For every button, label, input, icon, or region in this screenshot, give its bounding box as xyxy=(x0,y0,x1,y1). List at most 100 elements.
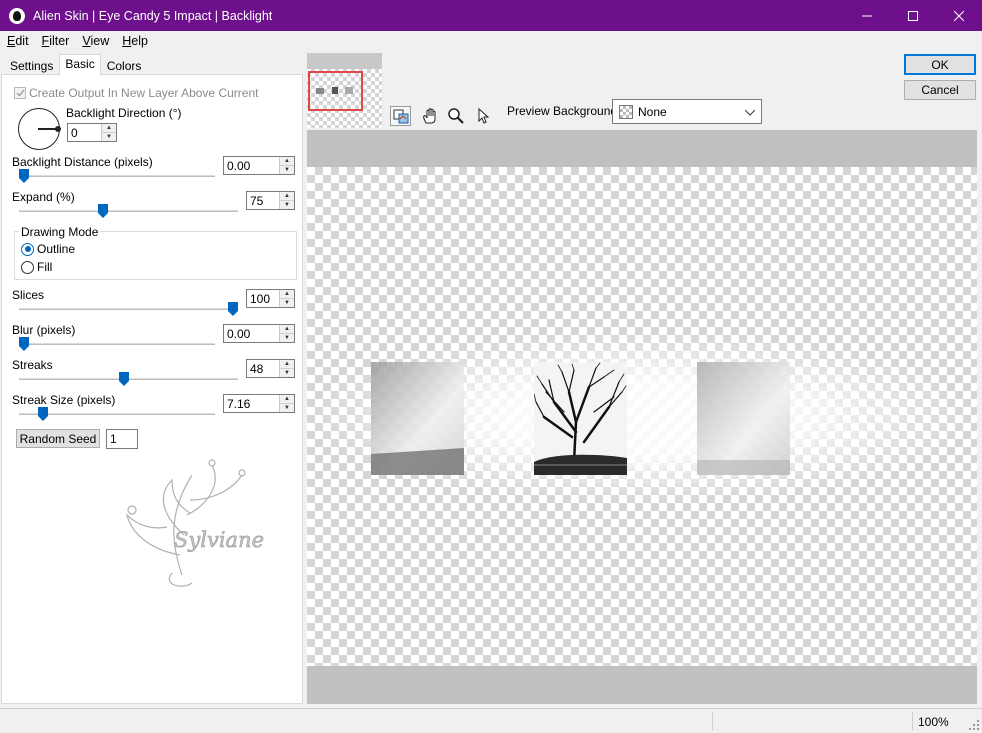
preview-image-right xyxy=(697,362,790,475)
create-output-checkbox[interactable]: Create Output In New Layer Above Current xyxy=(14,86,258,100)
minimize-button[interactable] xyxy=(844,0,890,31)
title-bar: Alien Skin | Eye Candy 5 Impact | Backli… xyxy=(0,0,982,31)
slices-track[interactable] xyxy=(19,308,238,310)
spin-down-icon[interactable]: ▼ xyxy=(280,166,294,174)
expand-label: Expand (%) xyxy=(12,190,75,204)
zoom-level: 100% xyxy=(918,715,949,729)
spin-up-icon[interactable]: ▲ xyxy=(280,325,294,334)
streaks-label: Streaks xyxy=(12,358,53,372)
streak-size-spinner[interactable]: 7.16 ▲ ▼ xyxy=(223,394,295,413)
backlight-direction-spinner[interactable]: 0 ▲ ▼ xyxy=(67,123,117,142)
streaks-value[interactable]: 48 xyxy=(247,360,279,377)
blur-slider-thumb[interactable] xyxy=(19,337,29,351)
blur-value[interactable]: 0.00 xyxy=(224,325,279,342)
streaks-spinner[interactable]: 48 ▲ ▼ xyxy=(246,359,295,378)
streaks-slider-thumb[interactable] xyxy=(119,372,130,386)
backlight-distance-value[interactable]: 0.00 xyxy=(224,157,279,174)
spin-down-icon[interactable]: ▼ xyxy=(280,201,294,209)
direction-dial[interactable] xyxy=(18,108,61,150)
backlight-distance-spinner[interactable]: 0.00 ▲ ▼ xyxy=(223,156,295,175)
menu-help[interactable]: Help xyxy=(115,34,154,48)
spin-down-icon[interactable]: ▼ xyxy=(280,404,294,412)
close-icon xyxy=(954,10,964,21)
preview-canvas[interactable] xyxy=(307,167,977,666)
status-bar: 100% xyxy=(0,708,982,733)
checkbox-box xyxy=(14,87,26,99)
resize-grip-icon[interactable] xyxy=(968,719,980,731)
radio-outline-circle xyxy=(21,242,34,256)
spin-up-icon[interactable]: ▲ xyxy=(280,157,294,166)
preview-toggle-button[interactable] xyxy=(390,106,411,126)
backlight-direction-value[interactable]: 0 xyxy=(68,124,101,141)
menu-bar: Edit Filter View Help xyxy=(0,31,982,51)
zoom-tool-button[interactable] xyxy=(445,106,466,126)
expand-spinner[interactable]: 75 ▲ ▼ xyxy=(246,191,295,210)
checkmark-icon xyxy=(15,89,25,97)
window-title: Alien Skin | Eye Candy 5 Impact | Backli… xyxy=(33,8,273,23)
slices-label: Slices xyxy=(12,288,45,302)
spin-up-icon[interactable]: ▲ xyxy=(102,124,116,133)
navigator-thumbnail[interactable] xyxy=(307,53,382,128)
preview-toggle-icon xyxy=(393,109,408,124)
random-seed-button[interactable]: Random Seed xyxy=(16,429,100,448)
radio-fill-circle xyxy=(21,260,34,274)
radio-fill[interactable]: Fill xyxy=(21,260,52,274)
slices-spinner[interactable]: 100 ▲ ▼ xyxy=(246,289,295,308)
alien-skin-logo-icon xyxy=(9,7,25,24)
menu-view[interactable]: View xyxy=(75,34,115,48)
blur-track[interactable] xyxy=(19,343,215,345)
random-seed-input[interactable]: 1 xyxy=(106,429,138,449)
spin-down-icon[interactable]: ▼ xyxy=(280,334,294,342)
status-divider xyxy=(712,712,713,731)
streak-size-slider-thumb[interactable] xyxy=(37,407,48,421)
streak-size-track[interactable] xyxy=(19,413,215,415)
ok-button[interactable]: OK xyxy=(904,54,976,75)
spin-up-icon[interactable]: ▲ xyxy=(280,395,294,404)
preview-background-select[interactable]: None xyxy=(612,99,762,124)
create-output-label: Create Output In New Layer Above Current xyxy=(29,86,259,100)
basic-panel: Create Output In New Layer Above Current… xyxy=(1,74,303,704)
slices-value[interactable]: 100 xyxy=(247,290,279,307)
pointer-tool-button[interactable] xyxy=(472,106,493,126)
blur-spinner[interactable]: 0.00 ▲ ▼ xyxy=(223,324,295,343)
spin-up-icon[interactable]: ▲ xyxy=(280,360,294,369)
spin-down-icon[interactable]: ▼ xyxy=(102,133,116,141)
blur-label: Blur (pixels) xyxy=(12,323,76,337)
expand-value[interactable]: 75 xyxy=(247,192,279,209)
backlight-direction-label: Backlight Direction (°) xyxy=(66,106,182,120)
streak-size-value[interactable]: 7.16 xyxy=(224,395,279,412)
backlight-distance-label: Backlight Distance (pixels) xyxy=(12,155,153,169)
sylviane-watermark: Sylviane xyxy=(112,455,282,595)
hand-tool-button[interactable] xyxy=(419,106,440,126)
menu-filter[interactable]: Filter xyxy=(35,34,76,48)
spin-up-icon[interactable]: ▲ xyxy=(280,290,294,299)
preview-area[interactable] xyxy=(307,130,977,704)
menu-edit[interactable]: Edit xyxy=(0,34,35,48)
slices-slider-thumb[interactable] xyxy=(228,302,238,316)
spin-up-icon[interactable]: ▲ xyxy=(280,192,294,201)
expand-slider-thumb[interactable] xyxy=(98,204,109,218)
preview-image-tree xyxy=(534,362,627,475)
preview-image-left xyxy=(371,362,464,475)
backlight-distance-slider-thumb[interactable] xyxy=(19,169,29,183)
settings-tabs: Settings Basic Colors xyxy=(4,54,148,76)
streak-size-label: Streak Size (pixels) xyxy=(12,393,116,407)
preview-background-value: None xyxy=(638,104,667,119)
navigator-viewport-rect[interactable] xyxy=(308,71,363,111)
tab-colors[interactable]: Colors xyxy=(101,56,148,76)
close-button[interactable] xyxy=(936,0,982,31)
tab-basic[interactable]: Basic xyxy=(59,54,101,76)
expand-track[interactable] xyxy=(19,210,238,212)
spin-down-icon[interactable]: ▼ xyxy=(280,369,294,377)
maximize-button[interactable] xyxy=(890,0,936,31)
backlight-distance-track[interactable] xyxy=(19,175,215,177)
cancel-button[interactable]: Cancel xyxy=(904,80,976,100)
zoom-icon xyxy=(447,108,464,124)
radio-outline[interactable]: Outline xyxy=(21,242,75,256)
spin-down-icon[interactable]: ▼ xyxy=(280,299,294,307)
drawing-mode-label: Drawing Mode xyxy=(19,225,101,239)
preview-background-label: Preview Background: xyxy=(507,104,621,118)
chevron-down-icon xyxy=(745,110,755,116)
tab-settings[interactable]: Settings xyxy=(4,56,59,76)
radio-fill-label: Fill xyxy=(37,260,53,274)
